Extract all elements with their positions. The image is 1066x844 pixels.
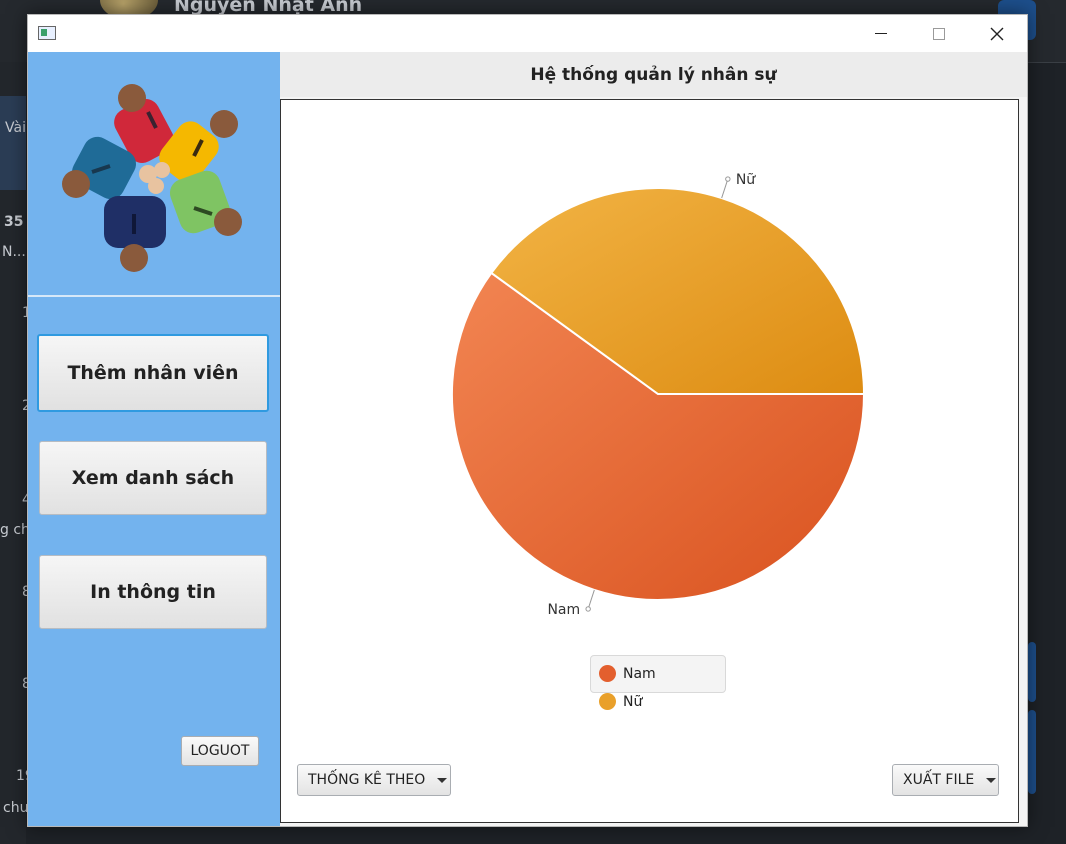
chart-legend: Nam Nữ <box>590 655 726 710</box>
legend-label: Nam <box>623 665 656 682</box>
logout-button[interactable]: LOGUOT <box>181 736 259 766</box>
stat-by-label: THỐNG KÊ THEO <box>308 772 426 788</box>
chart-panel: Nam Nữ Nam Nữ THỐNG KÊ THEO XUẤT FILE <box>280 99 1019 823</box>
pie-label-line <box>587 589 595 610</box>
print-info-button[interactable]: In thông tin <box>39 555 267 629</box>
page-title: Hệ thống quản lý nhân sự <box>280 52 1027 97</box>
background-chip <box>1028 710 1036 794</box>
legend-item-nu: Nữ <box>599 693 642 710</box>
background-snippet: N... <box>2 244 26 260</box>
sidebar-divider <box>28 295 280 297</box>
pie-slice-label: Nam <box>547 602 580 618</box>
legend-label: Nữ <box>623 693 643 710</box>
export-file-label: XUẤT FILE <box>903 772 975 788</box>
view-list-button[interactable]: Xem danh sách <box>39 441 267 515</box>
pie-chart: Nam Nữ <box>451 172 866 618</box>
app-window: Thêm nhân viên Xem danh sách In thông ti… <box>27 14 1028 827</box>
title-bar <box>28 15 1027 52</box>
background-snippet: chư <box>3 800 29 816</box>
background-selected-chat <box>0 96 26 190</box>
close-button[interactable] <box>968 15 1026 52</box>
background-chip <box>1028 642 1036 702</box>
minimize-button[interactable] <box>852 15 910 52</box>
chevron-down-icon <box>986 777 997 783</box>
add-employee-button[interactable]: Thêm nhân viên <box>37 334 269 412</box>
sidebar: Thêm nhân viên Xem danh sách In thông ti… <box>28 52 280 826</box>
pie-label-dot <box>585 606 591 612</box>
app-window-icon <box>38 26 56 40</box>
background-snippet: Vài <box>5 120 26 136</box>
background-snippet: g ch <box>0 522 30 538</box>
legend-swatch <box>599 693 616 710</box>
pie-label-dot <box>725 176 731 182</box>
pie-slice-label: Nữ <box>736 172 756 188</box>
legend-swatch <box>599 665 616 682</box>
background-divider <box>1026 62 1066 63</box>
legend-item-nam: Nam <box>599 665 656 682</box>
chevron-down-icon <box>437 777 448 783</box>
export-file-dropdown[interactable]: XUẤT FILE <box>892 764 999 796</box>
team-logo-icon <box>62 84 242 272</box>
stat-by-dropdown[interactable]: THỐNG KÊ THEO <box>297 764 451 796</box>
minimize-icon <box>875 33 887 34</box>
maximize-button[interactable] <box>910 15 968 52</box>
maximize-icon <box>933 27 945 40</box>
close-icon <box>990 27 1004 40</box>
pie-label-line <box>721 178 729 199</box>
